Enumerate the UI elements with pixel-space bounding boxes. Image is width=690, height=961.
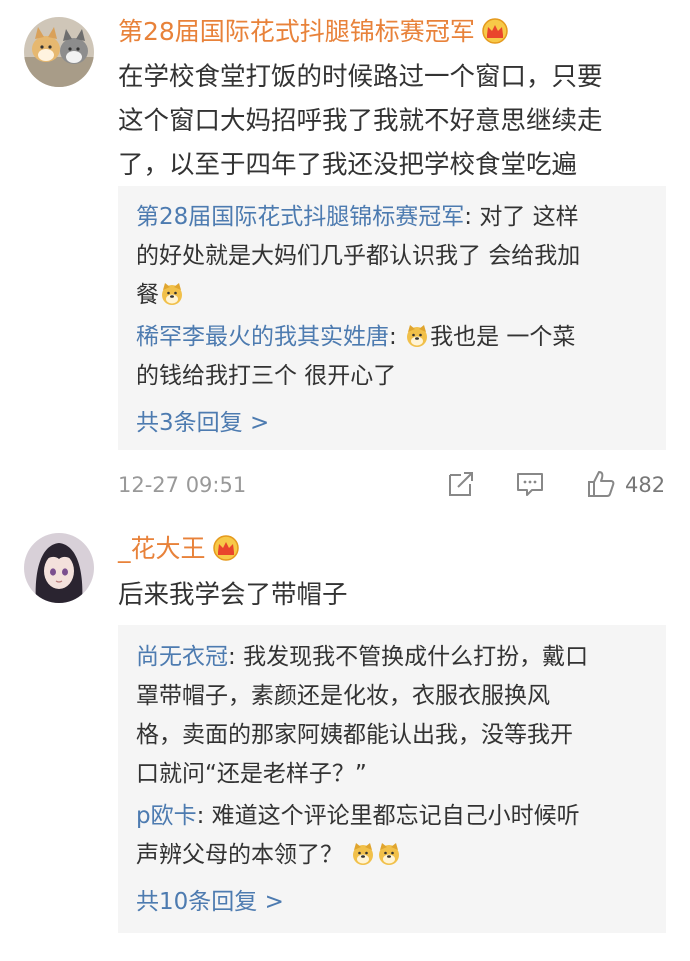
avatar[interactable] bbox=[24, 17, 94, 87]
avatar[interactable] bbox=[24, 533, 94, 603]
reply-author[interactable]: 尚无衣冠 bbox=[136, 644, 228, 670]
reply-box: 尚无衣冠: 我发现我不管换成什么打扮，戴口 罩带帽子，素颜还是化妆，衣服衣服换风… bbox=[118, 625, 666, 933]
reply-item[interactable]: p欧卡: 难道这个评论里都忘记自己小时候听 声辨父母的本领了？ bbox=[136, 797, 651, 875]
comment-item: _花大王 后来我学会了带帽子 尚无衣冠: 我发现我不管换成什么打扮，戴口 罩带帽… bbox=[0, 515, 690, 961]
doge-emoji-icon bbox=[379, 843, 399, 865]
doge-emoji-icon bbox=[407, 325, 428, 347]
comment-text: 在学校食堂打饭的时候路过一个窗口，只要 这个窗口大妈招呼我了我就不好意思继续走 … bbox=[118, 62, 603, 180]
crown-badge-icon bbox=[212, 535, 239, 561]
more-replies-link[interactable]: 共3条回复 > bbox=[136, 408, 269, 438]
comment-icon[interactable] bbox=[515, 469, 545, 499]
thumbs-up-icon[interactable] bbox=[586, 469, 616, 499]
reply-author[interactable]: p欧卡 bbox=[136, 803, 197, 829]
comment-footer: 12-27 09:51 482 bbox=[118, 469, 666, 501]
timestamp: 12-27 09:51 bbox=[118, 473, 247, 497]
username[interactable]: 第28届国际花式抖腿锦标赛冠军 bbox=[118, 14, 509, 50]
username[interactable]: _花大王 bbox=[118, 531, 240, 567]
comment-text: 后来我学会了带帽子 bbox=[118, 580, 348, 610]
reply-item[interactable]: 第28届国际花式抖腿锦标赛冠军: 对了 这样 的好处就是大妈们几乎都认识我了 会… bbox=[136, 198, 651, 315]
doge-emoji-icon bbox=[353, 843, 373, 865]
reply-box: 第28届国际花式抖腿锦标赛冠军: 对了 这样 的好处就是大妈们几乎都认识我了 会… bbox=[118, 186, 666, 450]
reply-item[interactable]: 稀罕李最火的我其实姓唐: 我也是 一个菜 的钱给我打三个 很开心了 bbox=[136, 318, 651, 396]
comment-item: 第28届国际花式抖腿锦标赛冠军 在学校食堂打饭的时候路过一个窗口，只要 这个窗口… bbox=[0, 0, 690, 520]
crown-badge-icon bbox=[482, 18, 508, 44]
share-icon[interactable] bbox=[446, 469, 476, 499]
doge-emoji-icon bbox=[162, 283, 182, 305]
like-count: 482 bbox=[625, 473, 666, 497]
reply-author[interactable]: 稀罕李最火的我其实姓唐 bbox=[136, 324, 389, 350]
reply-author[interactable]: 第28届国际花式抖腿锦标赛冠军 bbox=[136, 204, 464, 230]
reply-item[interactable]: 尚无衣冠: 我发现我不管换成什么打扮，戴口 罩带帽子，素颜还是化妆，衣服衣服换风… bbox=[136, 638, 651, 794]
more-replies-link[interactable]: 共10条回复 > bbox=[136, 887, 284, 917]
